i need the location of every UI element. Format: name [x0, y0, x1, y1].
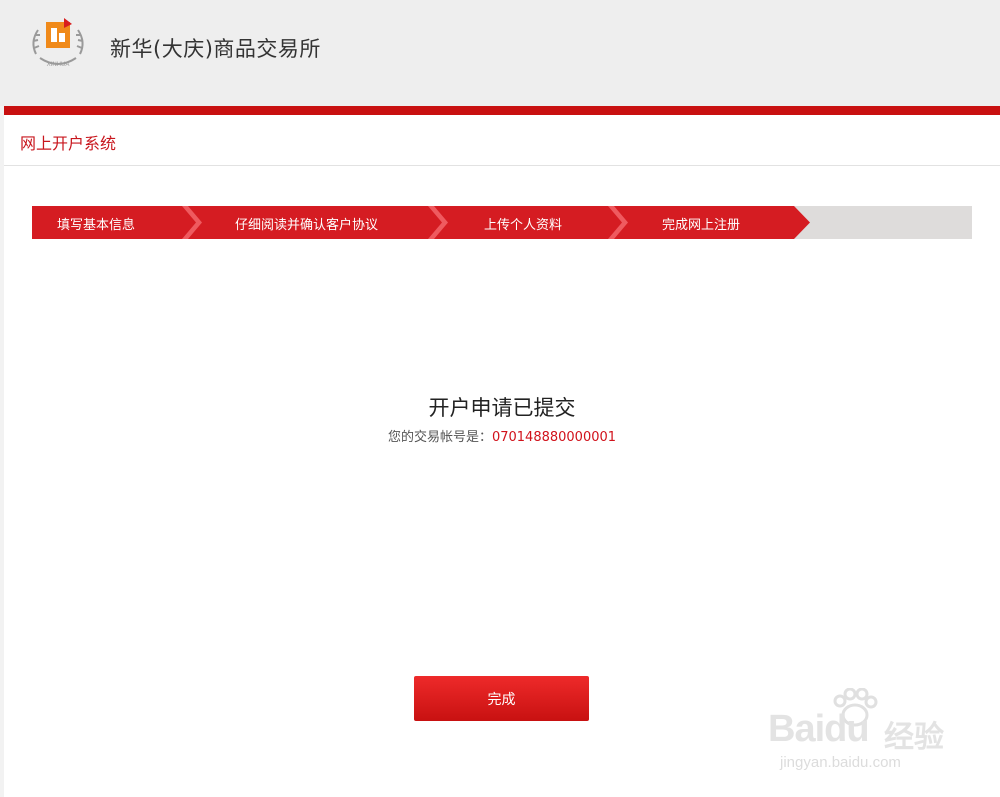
system-title-bar: 网上开户系统 — [4, 115, 1000, 166]
baidu-watermark: Baidu 经验 jingyan.baidu.com — [766, 688, 946, 778]
step-3-label: 上传个人资料 — [484, 218, 563, 233]
logo-lettering: XINHUA — [47, 62, 70, 68]
step-4-label: 完成网上注册 — [662, 218, 741, 233]
account-number: 070148880000001 — [491, 430, 617, 445]
done-button[interactable]: 完成 — [414, 676, 589, 721]
progress-steps: 填写基本信息 仔细阅读并确认客户协议 上传个人资料 完成网上注册 — [32, 206, 972, 239]
step-2-label: 仔细阅读并确认客户协议 — [235, 218, 379, 233]
site-title: 新华(大庆)商品交易所 — [110, 37, 321, 61]
result-title: 开户申请已提交 — [428, 396, 576, 420]
watermark-url: jingyan.baidu.com — [780, 754, 901, 771]
exchange-logo: XINHUA — [32, 18, 84, 68]
step-1-label: 填写基本信息 — [57, 218, 136, 233]
watermark-brand: Baidu — [768, 708, 870, 750]
account-info: 您的交易帐号是：070148880000001 — [4, 426, 1000, 445]
account-label: 您的交易帐号是： — [387, 430, 492, 445]
watermark-cn: 经验 — [884, 720, 944, 755]
system-title: 网上开户系统 — [20, 134, 117, 153]
header-divider — [4, 106, 1000, 115]
site-header: XINHUA 新华(大庆)商品交易所 — [0, 0, 1000, 106]
